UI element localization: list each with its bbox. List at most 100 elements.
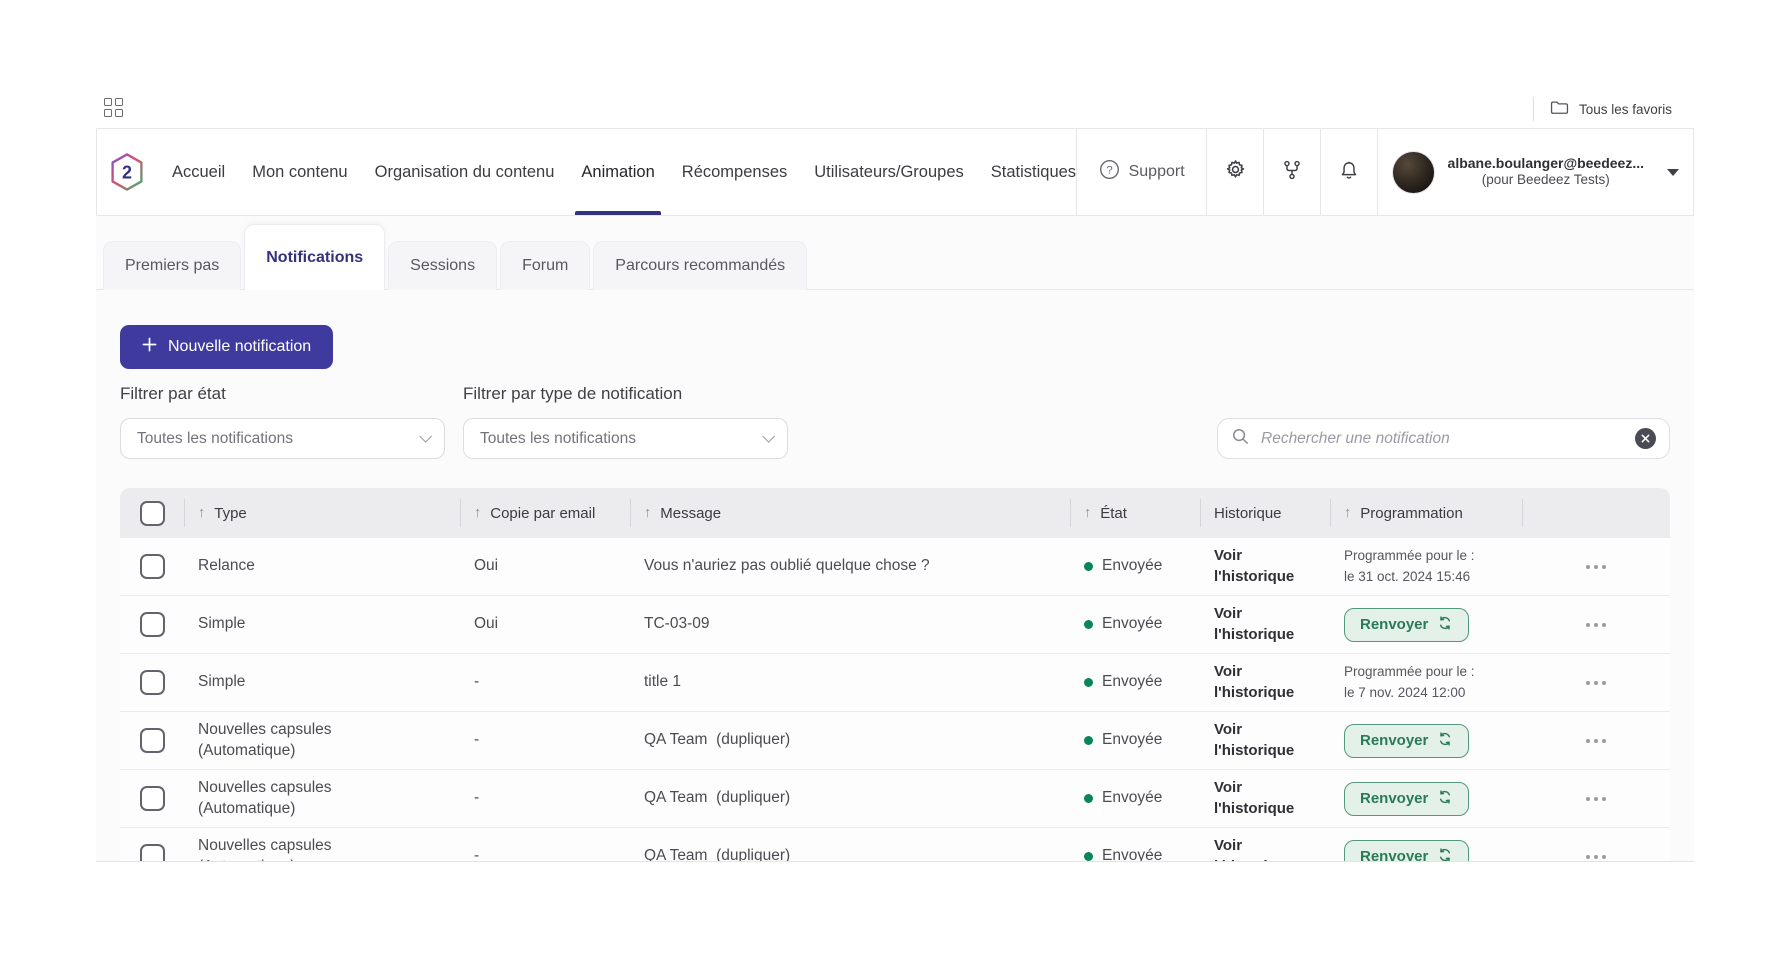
cell-state: Envoyée — [1070, 556, 1200, 576]
row-actions-menu[interactable] — [1522, 538, 1670, 595]
column-header-message[interactable]: ↑ Message — [630, 488, 1070, 538]
history-link[interactable]: Voir l'historique — [1214, 779, 1294, 816]
favorites-shortcut[interactable]: Tous les favoris — [1533, 97, 1672, 121]
bell-icon — [1338, 159, 1360, 186]
tab-forum[interactable]: Forum — [500, 241, 590, 290]
sync-icon — [1437, 731, 1453, 751]
folder-icon — [1550, 100, 1569, 118]
status-dot-icon — [1084, 678, 1093, 687]
sort-arrow-icon: ↑ — [198, 505, 205, 521]
sort-arrow-icon: ↑ — [474, 505, 481, 521]
history-link[interactable]: Voir l'historique — [1214, 663, 1294, 700]
clear-search-button[interactable] — [1635, 428, 1656, 449]
filter-type-select[interactable]: Toutes les notifications — [463, 418, 788, 459]
column-header-copie-par-email[interactable]: ↑ Copie par email — [460, 488, 630, 538]
history-link[interactable]: Voir l'historique — [1214, 837, 1294, 862]
cell-state: Envoyée — [1070, 614, 1200, 634]
tab-premiers-pas[interactable]: Premiers pas — [103, 241, 241, 290]
resend-button[interactable]: Renvoyer — [1344, 840, 1469, 863]
history-link[interactable]: Voir l'historique — [1214, 547, 1294, 584]
nav-item-utilisateurs-groupes[interactable]: Utilisateurs/Groupes — [814, 129, 963, 215]
tab-sessions[interactable]: Sessions — [388, 241, 497, 290]
row-checkbox[interactable] — [140, 612, 165, 637]
apps-grid-icon[interactable] — [104, 98, 124, 118]
filter-state-value: Toutes les notifications — [137, 430, 293, 448]
cell-programmation: Programmée pour le :le 7 nov. 2024 12:00 — [1330, 662, 1522, 703]
nav-left: 2 Accueil Mon contenu Organisation du co… — [97, 129, 1076, 215]
user-context: (pour Beedeez Tests) — [1482, 172, 1610, 189]
table-row: Nouvelles capsules(Automatique) - QA Tea… — [120, 828, 1670, 862]
chevron-down-icon — [762, 430, 775, 443]
row-checkbox[interactable] — [140, 670, 165, 695]
status-dot-icon — [1084, 852, 1093, 861]
new-notification-button[interactable]: Nouvelle notification — [120, 325, 333, 369]
table-row: Simple - title 1 Envoyée Voir l'historiq… — [120, 654, 1670, 712]
column-header-etat[interactable]: ↑ État — [1070, 488, 1200, 538]
hierarchy-icon — [1281, 159, 1303, 186]
filter-state-select[interactable]: Toutes les notifications — [120, 418, 445, 459]
row-actions-menu[interactable] — [1522, 596, 1670, 653]
nav-item-statistiques[interactable]: Statistiques — [991, 129, 1076, 215]
sort-arrow-icon: ↑ — [1344, 505, 1351, 521]
cell-type: Nouvelles capsules(Automatique) — [184, 778, 460, 818]
support-label: Support — [1129, 163, 1185, 181]
status-label: Envoyée — [1102, 730, 1162, 750]
cell-state: Envoyée — [1070, 788, 1200, 808]
row-actions-menu[interactable] — [1522, 770, 1670, 827]
beedeez-logo-icon[interactable]: 2 — [109, 152, 145, 192]
cell-message: QA Team (dupliquer) — [630, 846, 1070, 862]
plus-icon — [142, 337, 157, 357]
row-checkbox[interactable] — [140, 844, 165, 862]
cell-type: Relance — [184, 556, 460, 576]
sync-icon — [1437, 789, 1453, 809]
user-menu[interactable]: albane.boulanger@beedeez... (pour Beedee… — [1377, 129, 1693, 215]
cell-type: Simple — [184, 672, 460, 692]
nav-item-organisation-du-contenu[interactable]: Organisation du contenu — [375, 129, 555, 215]
column-header-historique: Historique — [1200, 488, 1330, 538]
cell-message: QA Team (dupliquer) — [630, 730, 1070, 750]
settings-button[interactable] — [1206, 129, 1263, 215]
row-checkbox[interactable] — [140, 554, 165, 579]
nav-item-animation[interactable]: Animation — [581, 129, 654, 215]
cell-state: Envoyée — [1070, 846, 1200, 862]
status-dot-icon — [1084, 736, 1093, 745]
support-button[interactable]: ? Support — [1076, 129, 1206, 215]
row-actions-menu[interactable] — [1522, 828, 1670, 862]
column-header-actions — [1522, 488, 1670, 538]
select-all-checkbox[interactable] — [140, 501, 165, 526]
column-header-type[interactable]: ↑ Type — [184, 488, 460, 538]
history-link[interactable]: Voir l'historique — [1214, 721, 1294, 758]
nav-item-recompenses[interactable]: Récompenses — [682, 129, 787, 215]
divider — [1533, 97, 1534, 121]
sync-icon — [1437, 847, 1453, 863]
resend-button[interactable]: Renvoyer — [1344, 724, 1469, 758]
history-link[interactable]: Voir l'historique — [1214, 605, 1294, 642]
search-input[interactable] — [1261, 430, 1624, 448]
row-actions-menu[interactable] — [1522, 712, 1670, 769]
row-actions-menu[interactable] — [1522, 654, 1670, 711]
table-row: Relance Oui Vous n'auriez pas oublié que… — [120, 538, 1670, 596]
tab-parcours-recommandes[interactable]: Parcours recommandés — [593, 241, 807, 290]
filter-type-value: Toutes les notifications — [480, 430, 636, 448]
notifications-bell-button[interactable] — [1320, 129, 1377, 215]
cell-type: Nouvelles capsules(Automatique) — [184, 836, 460, 862]
nav-item-mon-contenu[interactable]: Mon contenu — [252, 129, 347, 215]
resend-button[interactable]: Renvoyer — [1344, 608, 1469, 642]
cell-state: Envoyée — [1070, 730, 1200, 750]
search-box — [1217, 418, 1670, 459]
status-dot-icon — [1084, 562, 1093, 571]
nav-item-accueil[interactable]: Accueil — [172, 129, 225, 215]
column-header-programmation[interactable]: ↑ Programmation — [1330, 488, 1522, 538]
hierarchy-button[interactable] — [1263, 129, 1320, 215]
notifications-table: ↑ Type ↑ Copie par email ↑ Message ↑ Éta… — [120, 488, 1670, 862]
status-label: Envoyée — [1102, 614, 1162, 634]
resend-button[interactable]: Renvoyer — [1344, 782, 1469, 816]
cell-copy: Oui — [460, 556, 630, 576]
cell-copy: - — [460, 672, 630, 692]
row-checkbox[interactable] — [140, 728, 165, 753]
caret-down-icon — [1667, 169, 1679, 176]
tab-notifications[interactable]: Notifications — [244, 224, 385, 290]
svg-text:?: ? — [1106, 165, 1112, 177]
cell-state: Envoyée — [1070, 672, 1200, 692]
row-checkbox[interactable] — [140, 786, 165, 811]
